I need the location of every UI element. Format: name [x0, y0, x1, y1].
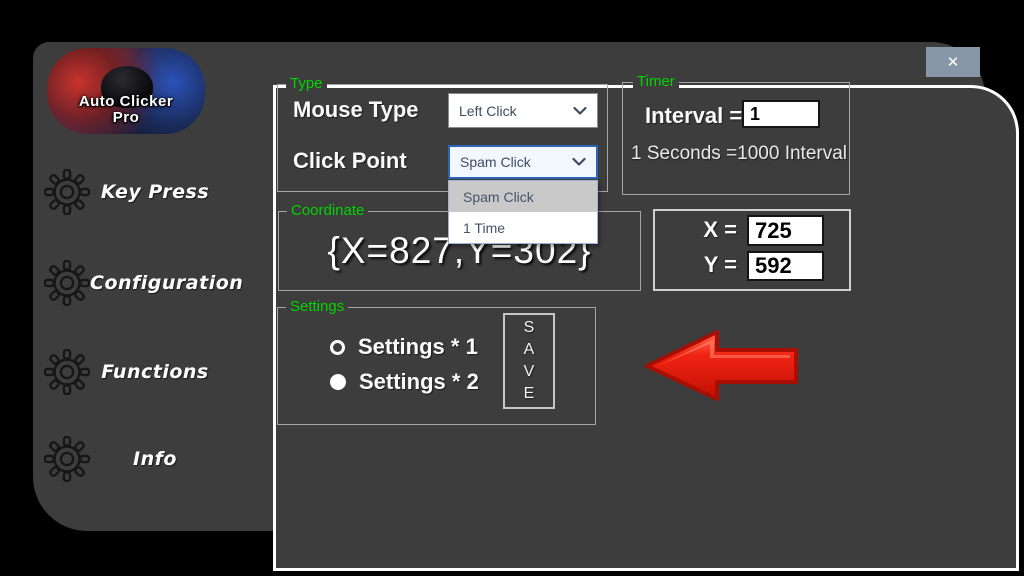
gear-icon: [44, 349, 90, 395]
gear-icon: [44, 169, 90, 215]
sidebar-item-info[interactable]: Info: [44, 434, 220, 484]
timer-group: Timer: [622, 82, 850, 195]
sidebar-item-functions[interactable]: Functions: [44, 347, 220, 397]
settings-1-radio[interactable]: Settings * 1: [330, 334, 478, 360]
settings-2-label: Settings * 2: [359, 369, 479, 395]
interval-label: Interval =: [645, 103, 742, 129]
gear-icon: [44, 436, 90, 482]
timer-group-legend: Timer: [633, 73, 679, 90]
dropdown-option-1-time[interactable]: 1 Time: [449, 212, 597, 243]
screen: Auto Clicker Pro Key Press: [0, 0, 1024, 576]
sidebar-item-label: Info: [90, 448, 220, 470]
sidebar-item-label: Configuration: [90, 272, 243, 294]
app-logo-title: Auto Clicker Pro: [47, 94, 205, 126]
click-point-dropdown-list: Spam Click 1 Time: [448, 180, 598, 244]
y-input[interactable]: [747, 251, 824, 281]
click-point-label: Click Point: [293, 148, 407, 174]
app-logo-line1: Auto Clicker: [47, 94, 205, 110]
save-letter: S: [524, 317, 535, 339]
mouse-type-value: Left Click: [459, 103, 517, 119]
type-group-legend: Type: [286, 75, 327, 92]
close-icon: ✕: [947, 53, 960, 71]
app-logo-line2: Pro: [47, 110, 205, 126]
chevron-down-icon: [572, 158, 586, 167]
interval-input[interactable]: [742, 100, 820, 128]
sidebar-item-label: Key Press: [90, 181, 220, 203]
sidebar-item-key-press[interactable]: Key Press: [44, 167, 220, 217]
save-letter: A: [524, 339, 535, 361]
radio-icon: [330, 374, 346, 390]
x-input[interactable]: [747, 215, 824, 246]
red-arrow-icon: [644, 328, 800, 402]
dropdown-option-spam-click[interactable]: Spam Click: [449, 181, 597, 212]
mouse-type-label: Mouse Type: [293, 97, 419, 123]
sidebar-item-configuration[interactable]: Configuration: [44, 258, 220, 308]
mouse-type-select[interactable]: Left Click: [448, 93, 598, 128]
settings-2-radio[interactable]: Settings * 2: [330, 369, 479, 395]
app-logo: Auto Clicker Pro: [47, 48, 205, 134]
click-point-value: Spam Click: [460, 154, 531, 170]
settings-group-legend: Settings: [286, 298, 348, 315]
sidebar-item-label: Functions: [90, 361, 220, 383]
close-button[interactable]: ✕: [926, 47, 980, 77]
gear-icon: [44, 260, 90, 306]
x-label: X =: [665, 217, 737, 243]
save-letter: V: [524, 361, 535, 383]
timer-note: 1 Seconds =1000 Interval: [631, 143, 847, 165]
click-point-select[interactable]: Spam Click: [448, 145, 598, 179]
radio-icon: [330, 340, 345, 355]
chevron-down-icon: [573, 106, 587, 115]
settings-1-label: Settings * 1: [358, 334, 478, 360]
save-button[interactable]: S A V E: [503, 313, 555, 409]
y-label: Y =: [665, 252, 737, 278]
save-letter: E: [524, 383, 535, 405]
